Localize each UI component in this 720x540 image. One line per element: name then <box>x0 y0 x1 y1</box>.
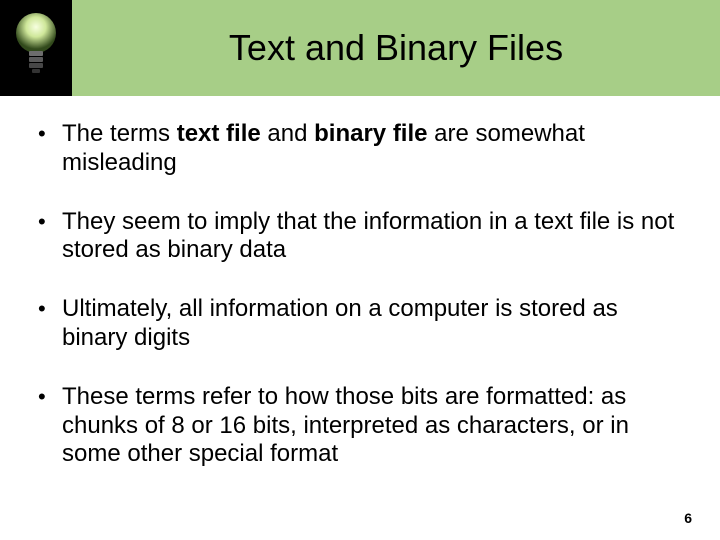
bullet-list: The terms text file and binary file are … <box>36 120 684 469</box>
slide: Text and Binary Files The terms text fil… <box>0 0 720 540</box>
bullet-text: Ultimately, all information on a compute… <box>62 295 618 351</box>
bullet-item: These terms refer to how those bits are … <box>36 383 684 469</box>
bullet-text: These terms refer to how those bits are … <box>62 383 629 468</box>
page-number: 6 <box>684 510 692 526</box>
bullet-item: The terms text file and binary file are … <box>36 120 684 178</box>
slide-title: Text and Binary Files <box>72 0 720 96</box>
lightbulb-icon-box <box>0 0 72 96</box>
bullet-text: binary file <box>314 120 427 147</box>
title-banner: Text and Binary Files <box>0 0 720 96</box>
slide-content: The terms text file and binary file are … <box>36 120 684 499</box>
bullet-text: They seem to imply that the information … <box>62 208 674 264</box>
bullet-item: They seem to imply that the information … <box>36 208 684 266</box>
bullet-item: Ultimately, all information on a compute… <box>36 295 684 353</box>
bullet-text: text file <box>177 120 261 147</box>
lightbulb-icon <box>9 7 63 90</box>
bullet-text: and <box>261 120 314 147</box>
bullet-text: The terms <box>62 120 177 147</box>
